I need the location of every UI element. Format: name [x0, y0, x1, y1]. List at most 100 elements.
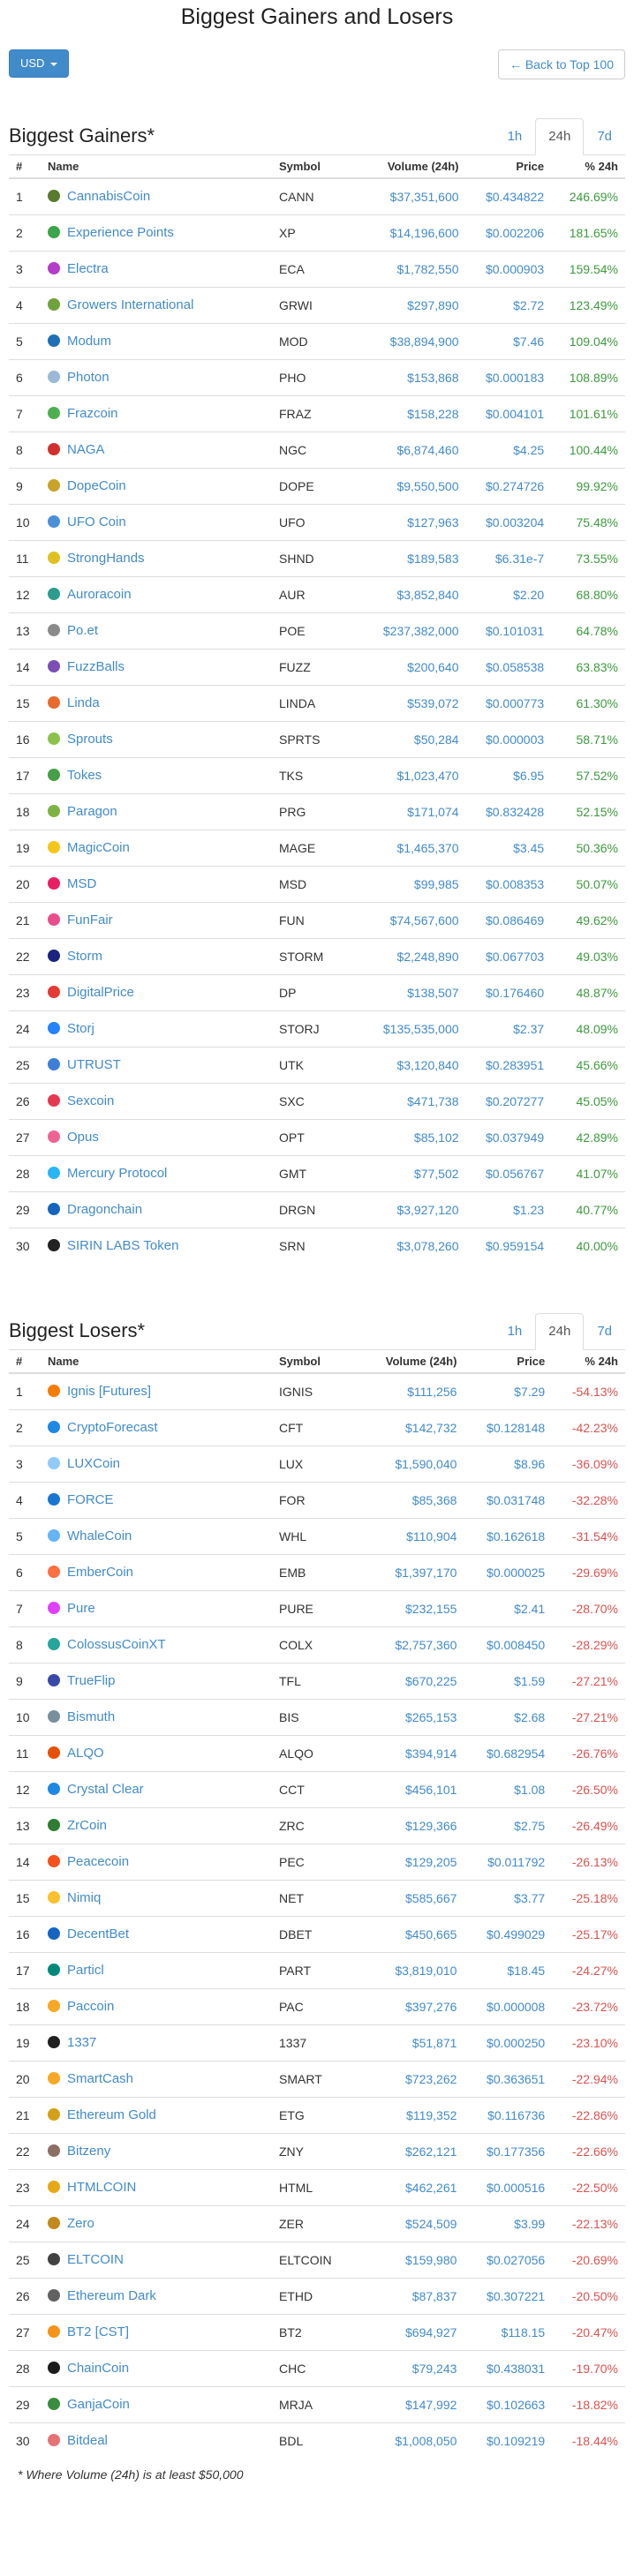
coin-name-link[interactable]: Storm — [67, 949, 102, 964]
volume-link[interactable]: $119,352 — [360, 2096, 464, 2133]
col-volume[interactable]: Volume (24h) — [360, 1350, 464, 1374]
price-link[interactable]: $3.45 — [465, 829, 552, 866]
coin-name-link[interactable]: CannabisCoin — [67, 189, 150, 204]
price-link[interactable]: $2.37 — [465, 1010, 552, 1047]
volume-link[interactable]: $87,837 — [360, 2277, 464, 2314]
price-link[interactable]: $0.004101 — [465, 394, 552, 432]
volume-link[interactable]: $85,368 — [360, 1481, 464, 1518]
coin-name-link[interactable]: WhaleCoin — [67, 1528, 132, 1543]
col-price[interactable]: Price — [464, 1350, 553, 1374]
coin-name-link[interactable]: Nimiq — [67, 1890, 101, 1905]
price-link[interactable]: $0.000903 — [465, 250, 552, 287]
volume-link[interactable]: $189,583 — [360, 539, 466, 576]
coin-name-link[interactable]: UFO Coin — [67, 514, 126, 529]
volume-link[interactable]: $585,667 — [360, 1879, 464, 1916]
tab-7d[interactable]: 7d — [584, 1313, 625, 1350]
volume-link[interactable]: $85,102 — [360, 1118, 466, 1155]
coin-name-link[interactable]: ZrCoin — [67, 1818, 107, 1833]
price-link[interactable]: $0.176460 — [465, 973, 552, 1010]
coin-name-link[interactable]: Frazcoin — [67, 406, 118, 421]
volume-link[interactable]: $38,894,900 — [360, 322, 466, 359]
coin-name-link[interactable]: Electra — [67, 261, 109, 276]
coin-name-link[interactable]: Sexcoin — [67, 1093, 114, 1108]
volume-link[interactable]: $232,155 — [360, 1589, 464, 1626]
price-link[interactable]: $0.682954 — [464, 1734, 553, 1771]
price-link[interactable]: $1.08 — [464, 1770, 553, 1807]
coin-name-link[interactable]: ChainCoin — [67, 2361, 129, 2376]
coin-name-link[interactable]: SmartCash — [67, 2071, 133, 2086]
coin-name-link[interactable]: DigitalPrice — [67, 985, 134, 1000]
price-link[interactable]: $0.058538 — [465, 648, 552, 685]
volume-link[interactable]: $1,782,550 — [360, 250, 466, 287]
volume-link[interactable]: $471,738 — [360, 1082, 466, 1119]
coin-name-link[interactable]: Ethereum Gold — [67, 2107, 156, 2122]
coin-name-link[interactable]: Growers International — [67, 297, 193, 312]
price-link[interactable]: $6.95 — [465, 756, 552, 793]
tab-7d[interactable]: 7d — [584, 118, 625, 155]
coin-name-link[interactable]: FuzzBalls — [67, 659, 125, 674]
volume-link[interactable]: $3,819,010 — [360, 1951, 464, 1988]
volume-link[interactable]: $456,101 — [360, 1770, 464, 1807]
price-link[interactable]: $3.99 — [464, 2204, 553, 2242]
price-link[interactable]: $118.15 — [464, 2313, 553, 2350]
volume-link[interactable]: $694,927 — [360, 2313, 464, 2350]
coin-name-link[interactable]: ColossusCoinXT — [67, 1637, 166, 1652]
price-link[interactable]: $0.000516 — [464, 2168, 553, 2205]
coin-name-link[interactable]: Paccoin — [67, 1999, 114, 2014]
coin-name-link[interactable]: CryptoForecast — [67, 1420, 158, 1435]
price-link[interactable]: $0.086469 — [465, 901, 552, 938]
coin-name-link[interactable]: ALQO — [67, 1746, 104, 1761]
price-link[interactable]: $0.000003 — [465, 720, 552, 757]
volume-link[interactable]: $153,868 — [360, 358, 466, 395]
volume-link[interactable]: $265,153 — [360, 1698, 464, 1735]
price-link[interactable]: $0.307221 — [464, 2277, 553, 2314]
price-link[interactable]: $2.72 — [465, 286, 552, 323]
coin-name-link[interactable]: Po.et — [67, 623, 98, 638]
volume-link[interactable]: $723,262 — [360, 2060, 464, 2097]
volume-link[interactable]: $2,248,890 — [360, 937, 466, 974]
col-change[interactable]: % 24h — [551, 155, 625, 179]
coin-name-link[interactable]: TrueFlip — [67, 1673, 115, 1688]
volume-link[interactable]: $297,890 — [360, 286, 466, 323]
coin-name-link[interactable]: HTMLCOIN — [67, 2180, 136, 2195]
coin-name-link[interactable]: Opus — [67, 1130, 99, 1145]
volume-link[interactable]: $670,225 — [360, 1662, 464, 1699]
price-link[interactable]: $0.128148 — [464, 1408, 553, 1446]
coin-name-link[interactable]: Pure — [67, 1601, 95, 1616]
tab-24h[interactable]: 24h — [535, 118, 585, 155]
volume-link[interactable]: $3,852,840 — [360, 575, 466, 612]
price-link[interactable]: $7.29 — [464, 1372, 553, 1409]
price-link[interactable]: $0.101031 — [465, 612, 552, 649]
volume-link[interactable]: $394,914 — [360, 1734, 464, 1771]
price-link[interactable]: $8.96 — [464, 1445, 553, 1482]
coin-name-link[interactable]: MSD — [67, 876, 96, 891]
coin-name-link[interactable]: Tokes — [67, 768, 102, 783]
coin-name-link[interactable]: Storj — [67, 1021, 94, 1036]
coin-name-link[interactable]: Bismuth — [67, 1709, 115, 1724]
volume-link[interactable]: $3,927,120 — [360, 1190, 466, 1228]
price-link[interactable]: $0.037949 — [465, 1118, 552, 1155]
price-link[interactable]: $0.000773 — [465, 684, 552, 721]
volume-link[interactable]: $6,874,460 — [360, 431, 466, 468]
price-link[interactable]: $2.68 — [464, 1698, 553, 1735]
coin-name-link[interactable]: UTRUST — [67, 1057, 121, 1072]
volume-link[interactable]: $397,276 — [360, 1987, 464, 2024]
volume-link[interactable]: $1,023,470 — [360, 756, 466, 793]
price-link[interactable]: $0.499029 — [464, 1915, 553, 1952]
coin-name-link[interactable]: Experience Points — [67, 225, 174, 240]
coin-name-link[interactable]: FORCE — [67, 1492, 114, 1507]
price-link[interactable]: $0.109219 — [464, 2422, 553, 2459]
volume-link[interactable]: $111,256 — [360, 1372, 464, 1409]
volume-link[interactable]: $158,228 — [360, 394, 466, 432]
price-link[interactable]: $2.20 — [465, 575, 552, 612]
volume-link[interactable]: $262,121 — [360, 2132, 464, 2169]
col-volume[interactable]: Volume (24h) — [360, 155, 466, 179]
volume-link[interactable]: $171,074 — [360, 792, 466, 830]
volume-link[interactable]: $9,550,500 — [360, 467, 466, 504]
volume-link[interactable]: $1,397,170 — [360, 1553, 464, 1590]
tab-24h[interactable]: 24h — [535, 1313, 585, 1350]
volume-link[interactable]: $1,008,050 — [360, 2422, 464, 2459]
volume-link[interactable]: $37,351,600 — [360, 177, 466, 214]
volume-link[interactable]: $74,567,600 — [360, 901, 466, 938]
coin-name-link[interactable]: Auroracoin — [67, 587, 132, 602]
